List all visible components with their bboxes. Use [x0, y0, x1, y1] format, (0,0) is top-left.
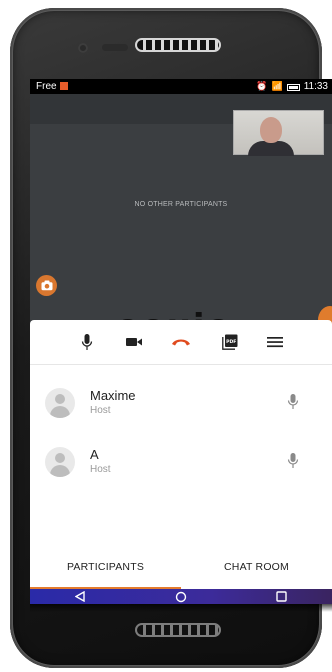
pdf-icon: PDF [222, 334, 238, 350]
video-camera-icon [126, 338, 142, 346]
microphone-icon [81, 334, 93, 350]
participant-row[interactable]: A Host [30, 435, 332, 489]
alarm-icon: ⏰ [256, 81, 268, 91]
clock: 11:33 [303, 81, 328, 92]
avatar-head-shape [55, 394, 65, 404]
svg-text:PDF: PDF [226, 339, 236, 345]
mute-button[interactable] [74, 330, 100, 354]
pdf-share-button[interactable]: PDF [217, 330, 243, 354]
proximity-sensor [102, 44, 128, 51]
camera-switch-button[interactable] [36, 275, 57, 296]
bottom-speaker [135, 623, 221, 637]
front-camera-lens [78, 43, 88, 53]
participant-name: A [90, 447, 99, 462]
phone-screen: Free ⏰ 📶 11:33 NO OTHER PARTICIPANTS oou… [30, 79, 332, 604]
recent-apps-button[interactable] [270, 590, 294, 604]
wifi-icon: 📶 [271, 81, 283, 91]
more-menu-button[interactable] [262, 330, 288, 354]
back-button[interactable] [68, 590, 92, 604]
hang-up-icon [172, 339, 190, 346]
call-panel: PDF Maxime Host A Host PARTICIPANTS CHAT… [30, 320, 332, 589]
participant-name: Maxime [90, 388, 136, 403]
participant-mic-icon[interactable] [286, 393, 300, 411]
panel-tabs: PARTICIPANTS CHAT ROOM [30, 545, 332, 589]
participant-role: Host [90, 405, 111, 416]
earpiece-speaker [135, 38, 221, 52]
self-video-person-head [260, 117, 282, 143]
avatar [45, 388, 75, 418]
participant-mic-icon[interactable] [286, 452, 300, 470]
call-toolbar: PDF [30, 320, 332, 365]
home-button[interactable] [169, 590, 193, 604]
status-bar: Free ⏰ 📶 11:33 [30, 79, 332, 94]
no-participants-label: NO OTHER PARTICIPANTS [134, 201, 228, 208]
self-video-person-body [248, 141, 294, 156]
avatar-body-shape [50, 465, 70, 477]
carrier-label: Free [36, 81, 57, 92]
participant-row[interactable]: Maxime Host [30, 376, 332, 430]
participant-role: Host [90, 464, 111, 475]
avatar-head-shape [55, 453, 65, 463]
battery-icon [286, 84, 300, 91]
camera-icon [41, 280, 52, 291]
menu-icon [267, 337, 283, 348]
video-toggle-button[interactable] [121, 330, 147, 354]
self-video-preview[interactable] [233, 110, 324, 156]
avatar [45, 447, 75, 477]
system-nav-bar [30, 589, 332, 604]
tab-participants[interactable]: PARTICIPANTS [30, 545, 181, 589]
status-icons: ⏰ 📶 11:33 [256, 79, 328, 94]
avatar-body-shape [50, 406, 70, 418]
notification-icon [60, 82, 68, 90]
screen-bottom-shadow [30, 604, 332, 612]
recent-apps-icon [276, 591, 287, 602]
tab-chat-room[interactable]: CHAT ROOM [181, 545, 332, 589]
home-icon [175, 591, 187, 602]
hang-up-button[interactable] [168, 330, 194, 354]
back-icon [75, 591, 86, 602]
